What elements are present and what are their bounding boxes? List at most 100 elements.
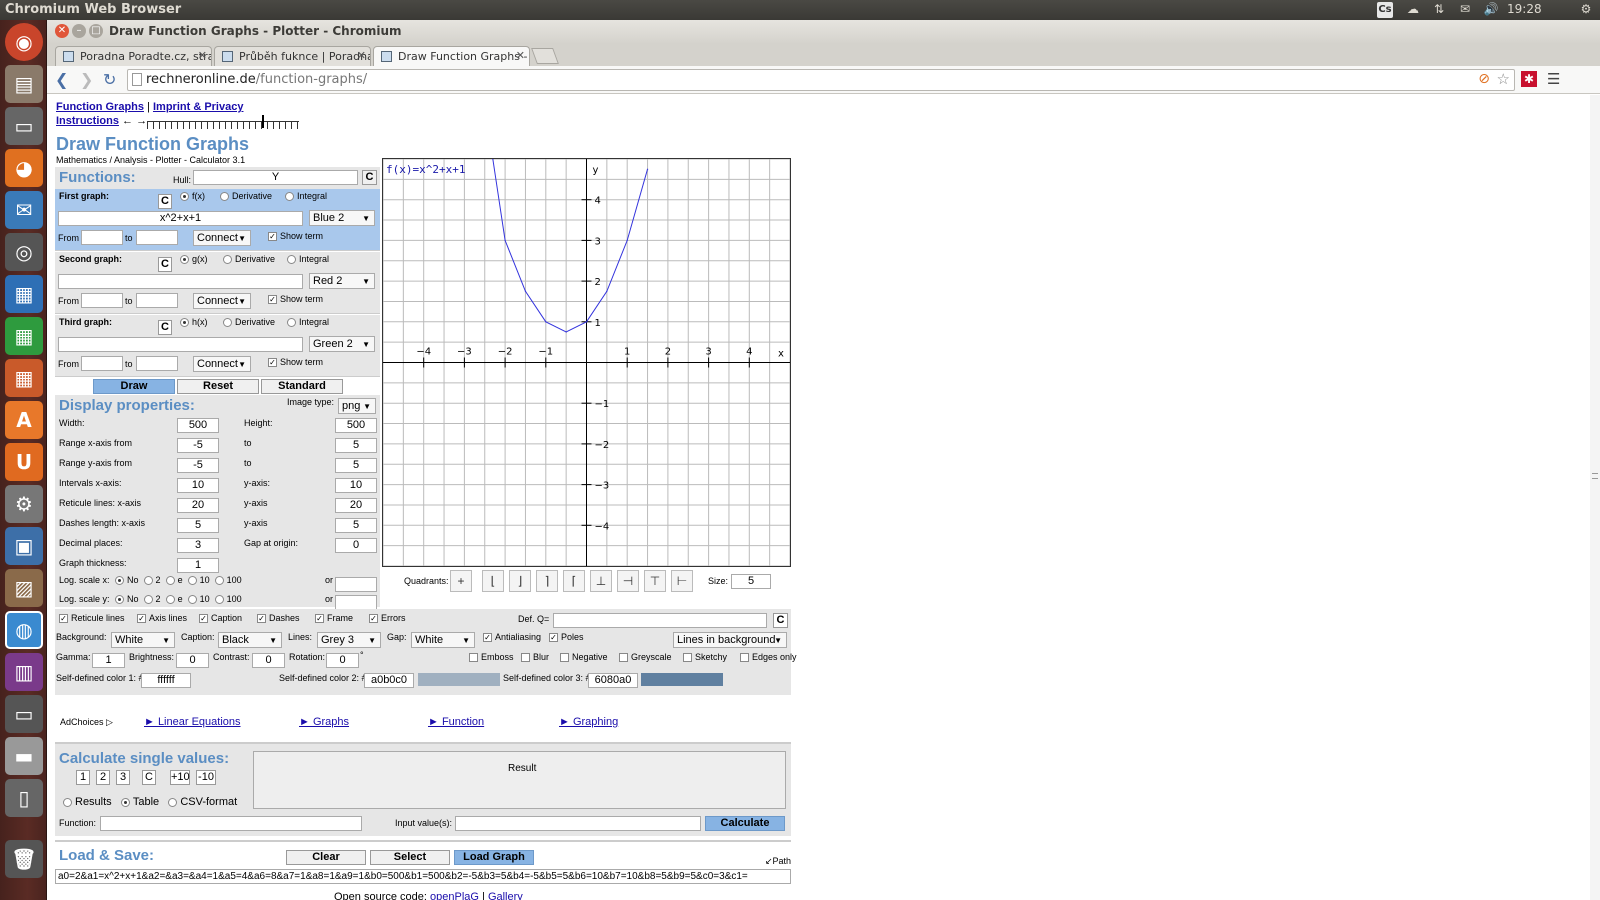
new-tab-button[interactable] [531,48,559,64]
option-checkbox[interactable]: ✓ Dashes [257,613,300,624]
bookmark-star-icon[interactable]: ☆ [1497,70,1510,88]
graph-clear-button[interactable]: C [158,257,172,272]
gallery-link[interactable]: Gallery [488,891,523,900]
background-select[interactable]: White [111,632,175,648]
log-y-radios[interactable]: No 2 e 10 100 [115,594,242,605]
term-input[interactable] [58,337,303,352]
tab-prubeh[interactable]: Průběh fuknce | Poradna I ✕ [214,46,371,66]
menu-icon[interactable]: ☰ [1547,70,1560,88]
load-select-button[interactable]: Select [370,850,450,865]
lines-background-select[interactable]: Lines in background [673,632,787,648]
intervals-x-input[interactable]: 10 [177,478,219,493]
drive-icon[interactable]: ▭ [5,695,43,733]
ad-link-graphs[interactable]: ► Graphs [299,716,349,728]
quadrant-button[interactable]: ⊢ [671,570,693,592]
calc-button[interactable]: 1 [76,770,90,785]
log-x-input[interactable] [335,577,377,592]
gap-select[interactable]: White [411,632,475,648]
calculate-button[interactable]: Calculate [705,816,785,831]
show-term-checkbox[interactable]: ✓ Show term [268,294,323,305]
calc-button[interactable]: +10 [170,770,190,785]
calc-icon[interactable]: ▦ [5,317,43,355]
decimal-places-input[interactable]: 3 [177,538,219,553]
system-settings-icon[interactable]: ⚙ [5,485,43,523]
from-input[interactable] [81,230,123,245]
usb-icon[interactable]: ▯ [5,779,43,817]
photos-icon[interactable]: ▨ [5,569,43,607]
quadrant-button[interactable]: ⊥ [590,570,612,592]
tab-poradna[interactable]: Poradna Poradte.cz, stran ✕ [55,46,212,66]
hx-radio[interactable]: h(x) [180,317,208,328]
color-select[interactable]: Red 2 [309,273,375,289]
option-checkbox[interactable]: ✓ Reticule lines [59,613,125,624]
quadrant-button[interactable]: ⊣ [617,570,639,592]
width-input[interactable]: 500 [177,418,219,433]
clock[interactable]: 19:28 [1507,2,1542,16]
color2-input[interactable]: a0b0c0 [364,673,414,688]
to-input[interactable] [136,293,178,308]
calc-function-input[interactable] [100,816,362,831]
dashes-y-input[interactable]: 5 [335,518,377,533]
forward-icon[interactable]: ❯ [80,70,93,89]
trash-icon[interactable]: 🗑 [5,840,43,878]
tab-close-icon[interactable]: ✕ [516,49,525,62]
settings-gear-icon[interactable]: ⚙ [1576,2,1596,16]
blocked-content-icon[interactable]: ⊘ [1478,71,1490,87]
workspace-switcher-icon[interactable]: ▥ [5,653,43,691]
nav-arrows[interactable]: ← → [122,115,147,127]
path-link[interactable]: ↙Path [765,856,791,867]
slider-handle[interactable] [262,115,264,128]
calc-button[interactable]: 3 [116,770,130,785]
integral-radio[interactable]: Integral [287,254,329,265]
extension-icon[interactable]: ✱ [1521,71,1537,87]
ad-link-linear-equations[interactable]: ► Linear Equations [144,716,241,728]
instructions-link[interactable]: Instructions [56,115,119,127]
range-y-to[interactable]: 5 [335,458,377,473]
disk-icon[interactable]: ▬ [5,737,43,775]
show-term-checkbox[interactable]: ✓ Show term [268,231,323,242]
graph-clear-button[interactable]: C [158,194,172,209]
range-x-to[interactable]: 5 [335,438,377,453]
to-input[interactable] [136,230,178,245]
option-checkbox[interactable]: ✓ Caption [199,613,242,624]
maximize-window-icon[interactable]: □ [89,24,103,38]
poles-checkbox[interactable]: ✓ Poles [549,632,584,643]
reticule-x-input[interactable]: 20 [177,498,219,513]
color3-input[interactable]: 6080a0 [588,673,638,688]
ad-link-function[interactable]: ► Function [428,716,484,728]
show-term-checkbox[interactable]: ✓ Show term [268,357,323,368]
derivative-radio[interactable]: Derivative [220,191,272,202]
option-checkbox[interactable]: ✓ Frame [315,613,353,624]
defq-clear-button[interactable]: C [773,613,788,628]
integral-radio[interactable]: Integral [287,317,329,328]
color1-input[interactable]: ffffff [141,673,191,688]
hull-input[interactable]: Y [193,170,358,185]
color-select[interactable]: Green 2 [309,336,375,352]
load-clear-button[interactable]: Clear [286,850,366,865]
contrast-input[interactable]: 0 [252,653,285,668]
log-y-input[interactable] [335,595,377,610]
ubuntu-dash-icon[interactable]: ◉ [5,23,43,61]
camera-icon[interactable]: ◎ [5,233,43,271]
quadrant-button[interactable]: ⌉ [536,570,558,592]
range-x-from[interactable]: -5 [177,438,219,453]
effect-checkbox[interactable]: Negative [560,652,608,663]
firefox-icon[interactable]: ◕ [5,149,43,187]
quadrant-button[interactable]: ⊤ [644,570,666,592]
imprint-link[interactable]: Imprint & Privacy [153,101,243,113]
ad-link-graphing[interactable]: ► Graphing [559,716,618,728]
fx-radio[interactable]: f(x) [180,191,205,202]
effect-checkbox[interactable]: Sketchy [683,652,727,663]
calc-button[interactable]: 2 [96,770,110,785]
openplag-link[interactable]: openPlaG [430,891,479,900]
quadrant-button[interactable]: ⌋ [509,570,531,592]
gx-radio[interactable]: g(x) [180,254,208,265]
thickness-input[interactable]: 1 [177,558,219,573]
keyboard-layout-icon[interactable]: Cs [1377,2,1393,18]
slider-track[interactable] [147,121,299,129]
log-x-radios[interactable]: No 2 e 10 100 [115,575,242,586]
option-checkbox[interactable]: ✓ Axis lines [137,613,187,624]
effect-checkbox[interactable]: Blur [521,652,549,663]
effect-checkbox[interactable]: Emboss [469,652,514,663]
tab-close-icon[interactable]: ✕ [357,49,366,62]
